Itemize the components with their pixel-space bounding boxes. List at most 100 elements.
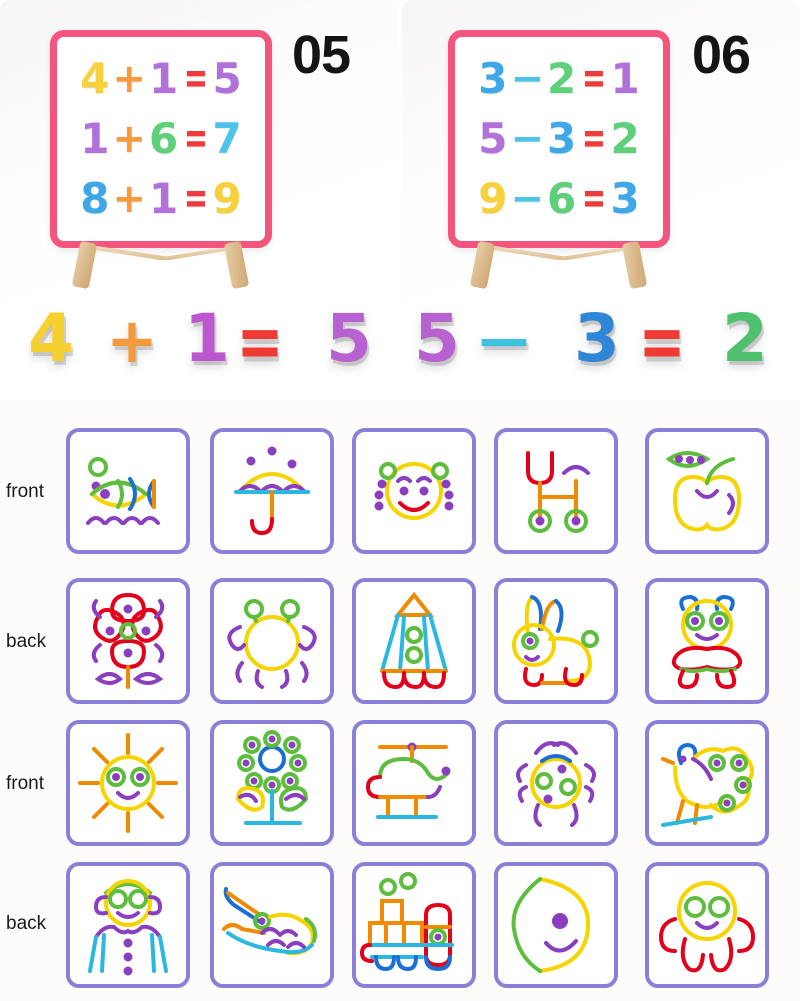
flame-icon [382, 671, 406, 690]
card-grid-section: front back front back [0, 400, 800, 1001]
button-icon [123, 952, 133, 962]
train-cabin-icon [368, 921, 424, 947]
equation-result: 2 [610, 114, 640, 163]
tentacle-icon [709, 937, 734, 973]
card-scooter[interactable] [494, 428, 618, 554]
easel-board-05: 4 + 1 = 5 1 + 6 = 7 8 + 1 = 9 [50, 30, 280, 290]
octopus-smile-icon [695, 921, 719, 930]
bear-leg-icon [677, 669, 699, 690]
smoke-icon [399, 872, 417, 890]
equation-result: 1 [610, 54, 640, 103]
card-moon[interactable] [494, 862, 618, 988]
rabbit-ear-icon [540, 599, 558, 631]
card-peacock[interactable] [645, 720, 769, 846]
ladybug-leg-icon [584, 763, 596, 783]
product-photo-panel-06: 3 − 2 = 1 5 − 3 = 2 9 − 6 = 3 5 − 3 = 2 … [402, 0, 800, 396]
equation-result: 9 [212, 174, 242, 223]
card-fish[interactable] [66, 428, 190, 554]
equation-operator: + [112, 176, 147, 222]
ladybug-spot-icon [543, 794, 553, 804]
scale-icon [278, 929, 298, 937]
smoke-icon [379, 878, 397, 896]
tail-icon [426, 785, 442, 799]
hair-tie-icon [431, 462, 449, 480]
equation-operand-a: 5 [478, 114, 508, 163]
equation-board: 4 + 1 = 5 1 + 6 = 7 8 + 1 = 9 [50, 30, 272, 248]
equation-operand-b: 2 [547, 54, 577, 103]
card-flower[interactable] [66, 578, 190, 704]
card-person[interactable] [66, 862, 190, 988]
row-label-back-2: back [6, 913, 47, 934]
card-octopus[interactable] [645, 862, 769, 988]
card-sunflower[interactable] [210, 720, 334, 846]
eye-icon [399, 486, 409, 496]
equation-operator: + [112, 116, 147, 162]
ladybug-spot-icon [557, 764, 567, 774]
beak-icon [661, 757, 675, 765]
equation-operand-a: 8 [80, 174, 110, 223]
rabbit-mouth-icon [524, 655, 540, 662]
wooden-piece: 1 [184, 300, 230, 378]
crab-eye-icon [244, 599, 264, 619]
crab-leg-icon [280, 669, 290, 689]
wooden-piece: + [106, 304, 158, 378]
easel-crossbar [482, 246, 640, 260]
wooden-piece: 4 [28, 300, 74, 378]
sun-ray-icon [92, 802, 109, 819]
panel-number-label: 06 [692, 25, 751, 85]
leaf-icon [132, 672, 164, 685]
tentacle-icon [737, 917, 756, 953]
ladybug-spot-icon [535, 772, 553, 790]
equation-result: 5 [212, 54, 242, 103]
loose-wooden-pieces: 4 + 1 = 5 [8, 282, 390, 387]
card-teddy-bear[interactable] [645, 578, 769, 704]
equals-sign: = [582, 52, 606, 104]
button-icon [123, 966, 133, 976]
equation-operator: + [112, 56, 147, 102]
card-rocket[interactable] [352, 578, 476, 704]
card-train[interactable] [352, 862, 476, 988]
helicopter-body-icon [378, 756, 430, 779]
card-girl-face[interactable] [352, 428, 476, 554]
octopus-eye-icon [708, 896, 730, 918]
equation-result: 3 [610, 174, 640, 223]
card-crab[interactable] [210, 578, 334, 704]
raindrop-icon [267, 446, 277, 456]
equation-result: 7 [212, 114, 242, 163]
equals-sign: = [184, 112, 208, 164]
card-apple[interactable] [645, 428, 769, 554]
product-photo-panel-05: 4 + 1 = 5 1 + 6 = 7 8 + 1 = 9 4 + 1 = 5 … [0, 0, 398, 396]
wave-icon [86, 516, 106, 525]
easel-crossbar [84, 246, 242, 260]
arm-icon [88, 935, 98, 973]
card-helicopter[interactable] [352, 720, 476, 846]
ladybug-leg-icon [516, 763, 528, 783]
bear-mouth-icon [695, 633, 719, 641]
card-umbrella[interactable] [210, 428, 334, 554]
flower-center-icon [258, 745, 286, 773]
equation-operand-a: 4 [80, 54, 110, 103]
equation-operand-b: 1 [149, 54, 179, 103]
equation-row: 4 + 1 = 5 [67, 53, 255, 105]
equation-operand-a: 1 [80, 114, 110, 163]
equation-operator: − [510, 176, 545, 222]
wooden-piece: = [236, 295, 284, 387]
loose-wooden-pieces: 5 − 3 = 2 [410, 282, 792, 379]
equation-operand-b: 6 [149, 114, 179, 163]
eye-icon [128, 889, 148, 909]
equation-operand-b: 6 [547, 174, 577, 223]
card-rabbit[interactable] [494, 578, 618, 704]
card-crocodile[interactable] [210, 862, 334, 988]
rabbit-foot-icon [523, 667, 544, 688]
equals-sign: = [582, 172, 606, 224]
equation-row: 9 − 6 = 3 [465, 173, 653, 225]
card-sun[interactable] [66, 720, 190, 846]
train-front-icon [360, 943, 374, 963]
eye-icon [419, 486, 429, 496]
crab-claw-icon [298, 625, 317, 651]
crab-claw-icon [227, 625, 246, 651]
card-ladybug[interactable] [494, 720, 618, 846]
rocket-nose-icon [393, 591, 435, 617]
equation-operator: − [510, 56, 545, 102]
sun-ray-icon [92, 747, 109, 764]
